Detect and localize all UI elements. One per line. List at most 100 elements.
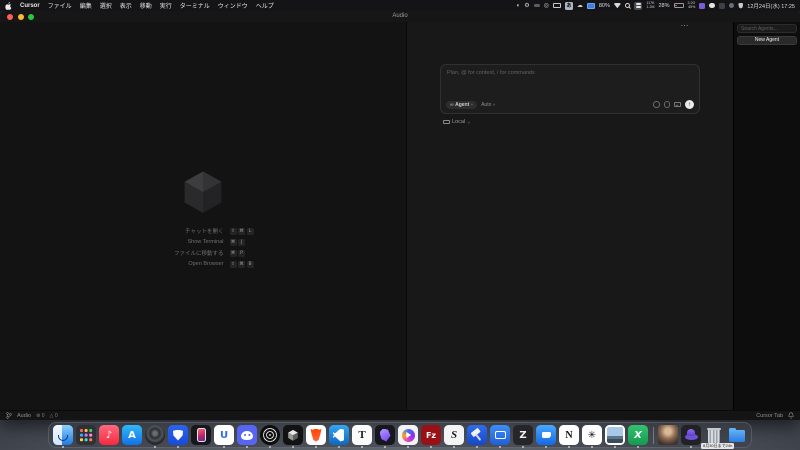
dock-item-launchpad[interactable] (76, 425, 96, 445)
screen-share-icon[interactable] (587, 3, 595, 9)
dark-app-icon[interactable] (719, 3, 725, 9)
dock-item-window-manager[interactable] (490, 425, 510, 445)
running-dot (315, 446, 317, 448)
input-source-icon[interactable]: あ (565, 2, 573, 10)
wifi-icon[interactable] (614, 3, 621, 9)
dock-item-system-utility[interactable] (145, 425, 165, 445)
error-count: 0 (42, 413, 45, 419)
dock-item-ulysses[interactable]: U (214, 425, 234, 445)
dock-item-appstore[interactable]: A (122, 425, 142, 445)
location-selector[interactable]: Local ˅ (443, 119, 700, 125)
dock-item-filezilla[interactable]: Fz (421, 425, 441, 445)
menu-clock[interactable]: 12月24日(水) 17:25 (747, 2, 795, 10)
user-icon[interactable] (729, 3, 735, 9)
dock-item-photos[interactable] (605, 425, 625, 445)
welcome-block: チャットを開く ⇧⌘L Show Terminal ⌘J ファイルに移動する ⌘… (151, 168, 256, 268)
dock-item-chatgpt[interactable]: ✳ (582, 425, 602, 445)
agent-mode-selector[interactable]: ∞Agent˅ (446, 101, 477, 109)
gear-icon[interactable]: ⚙ (524, 3, 529, 9)
running-dot (154, 446, 156, 448)
dock-divider (653, 427, 654, 444)
dock-item-blue-utility[interactable] (536, 425, 556, 445)
display-toggle-icon[interactable]: ◐ (517, 3, 521, 9)
voice-icon[interactable] (653, 101, 660, 108)
chat-input[interactable]: Plan, @ for context, / for commands ∞Age… (440, 64, 700, 114)
apple-menu-icon[interactable] (5, 2, 12, 10)
dock-item-cursor[interactable] (283, 425, 303, 445)
bell-icon[interactable] (788, 412, 794, 419)
running-dot (177, 446, 179, 448)
spotlight-icon[interactable] (625, 3, 630, 8)
more-options-icon[interactable]: ⋯ (681, 21, 690, 31)
dock-item-zed[interactable]: Z (513, 425, 533, 445)
menu-file[interactable]: ファイル (48, 1, 72, 10)
chevron-down-icon: ˅ (471, 102, 473, 107)
model-selector[interactable]: Auto˅ (481, 102, 495, 108)
control-center-icon[interactable] (634, 2, 643, 10)
dock-item-discord[interactable] (237, 425, 257, 445)
alfred-hat-icon (681, 425, 701, 445)
dock-item-downloads-folder[interactable]: 8月30日まで24h (727, 425, 747, 445)
cloud-icon[interactable]: ☁ (577, 3, 583, 9)
dock-item-brave[interactable] (306, 425, 326, 445)
menu-selection[interactable]: 選択 (100, 1, 112, 10)
shortcut-open-chat[interactable]: チャットを開く ⇧⌘L (151, 227, 256, 235)
dock-item-notion[interactable]: N (559, 425, 579, 445)
errors-indicator[interactable]: ⊗0 (36, 413, 44, 419)
search-agents-input[interactable]: Search Agents... (737, 24, 797, 33)
mention-icon[interactable] (664, 101, 671, 108)
dock-item-music[interactable]: ♪ (99, 425, 119, 445)
status-pill-icon[interactable] (534, 4, 540, 8)
new-agent-button[interactable]: New Agent (737, 36, 797, 45)
menu-app-name[interactable]: Cursor (20, 3, 40, 9)
dark-circle-app-icon (145, 425, 165, 445)
dock-item-s-editor[interactable]: S (444, 425, 464, 445)
shield-icon[interactable] (738, 3, 743, 9)
desktop: Cursor ファイル 編集 選択 表示 移動 実行 ターミナル ウィンドウ ヘ… (0, 0, 800, 450)
menu-terminal[interactable]: ターミナル (180, 1, 210, 10)
menu-window[interactable]: ウィンドウ (218, 1, 248, 10)
cursor-tab-toggle[interactable]: Cursor Tab (756, 413, 783, 419)
warnings-indicator[interactable]: △0 (50, 413, 58, 419)
zed-icon: Z (513, 425, 533, 445)
battery-percent[interactable]: 28% (658, 3, 669, 9)
send-button[interactable]: ↑ (685, 100, 694, 109)
dock-item-bitwarden[interactable] (168, 425, 188, 445)
display-icon[interactable] (553, 3, 561, 9)
dock-item-typora[interactable]: T (352, 425, 372, 445)
white-dot-icon[interactable] (709, 3, 715, 9)
git-branch-icon[interactable] (6, 412, 12, 419)
dock-item-xmind[interactable]: X (628, 425, 648, 445)
dock-item-iina[interactable] (398, 425, 418, 445)
battery-icon[interactable] (674, 3, 684, 8)
shortcut-open-browser[interactable]: Open Browser ⇧⌘B (151, 261, 256, 268)
dock-item-iphone-mirroring[interactable] (191, 425, 211, 445)
dock-item-vscode[interactable] (329, 425, 349, 445)
shortcut-go-to-file[interactable]: ファイルに移動する ⌘P (151, 249, 256, 257)
shortcut-keys: ⇧⌘L (230, 228, 256, 235)
menu-help[interactable]: ヘルプ (256, 1, 274, 10)
purple-app-icon[interactable] (699, 3, 705, 9)
dock-item-finder[interactable] (53, 425, 73, 445)
menu-edit[interactable]: 編集 (80, 1, 92, 10)
system-stats[interactable]: 3.2G45% (688, 2, 696, 9)
dock-item-minimized-window[interactable] (658, 425, 678, 445)
menu-go[interactable]: 移動 (140, 1, 152, 10)
network-stats[interactable]: 117K1.2M (646, 2, 654, 9)
image-icon[interactable] (674, 102, 681, 108)
dock-folder-tooltip: 8月30日まで24h (701, 443, 734, 449)
dock-item-trash[interactable] (704, 425, 724, 445)
dock-item-alfred[interactable] (681, 425, 701, 445)
dock-item-camera-app[interactable] (260, 425, 280, 445)
project-name[interactable]: Audio (17, 413, 31, 419)
dock-item-obsidian[interactable] (375, 425, 395, 445)
shortcut-show-terminal[interactable]: Show Terminal ⌘J (151, 239, 256, 246)
shortcut-list: チャットを開く ⇧⌘L Show Terminal ⌘J ファイルに移動する ⌘… (151, 227, 256, 268)
error-icon: ⊗ (36, 413, 40, 419)
menu-run[interactable]: 実行 (160, 1, 172, 10)
menu-view[interactable]: 表示 (120, 1, 132, 10)
record-icon[interactable]: ◎ (544, 3, 549, 9)
key-cmd: ⌘ (230, 239, 237, 246)
dock-item-xcode[interactable] (467, 425, 487, 445)
battery-aux-percent[interactable]: 80% (599, 3, 610, 9)
